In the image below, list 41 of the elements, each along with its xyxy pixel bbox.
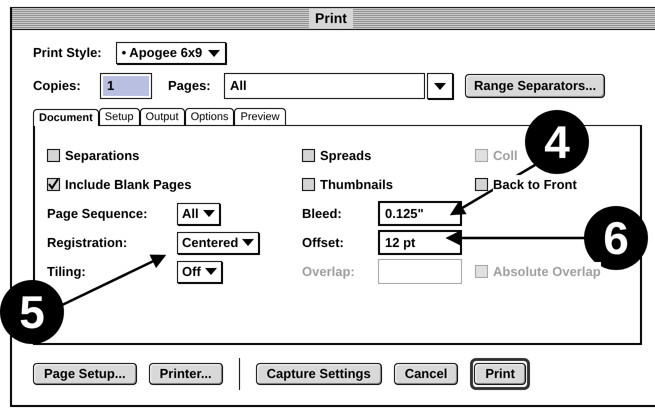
popup-menu[interactable]: • Apogee 6x9	[116, 42, 226, 64]
tab[interactable]: Preview	[234, 108, 286, 125]
checkbox[interactable]	[47, 149, 60, 162]
dialog-button[interactable]: Print	[474, 362, 526, 385]
field-label: Overlap:	[302, 262, 356, 281]
dropdown-arrow-icon	[202, 210, 215, 217]
dialog-button[interactable]: Capture Settings	[256, 363, 382, 385]
dropdown-arrow-icon	[434, 82, 446, 90]
tab[interactable]: Output	[140, 108, 185, 125]
popup-menu[interactable]: Off	[177, 260, 222, 282]
tab[interactable]: Options	[184, 108, 234, 125]
input-field[interactable]: All	[224, 73, 425, 99]
tab[interactable]: Setup	[98, 108, 140, 125]
dropdown-button[interactable]	[427, 73, 453, 99]
input-field[interactable]: 0.125"	[378, 201, 462, 226]
dialog-button[interactable]: Cancel	[394, 363, 458, 385]
input-field[interactable]: 12 pt	[378, 230, 462, 255]
popup-menu[interactable]: Centered	[177, 232, 260, 254]
window-title: Print	[309, 8, 353, 29]
popup-menu[interactable]: All	[177, 202, 220, 224]
field-label: Bleed:	[302, 204, 343, 223]
checkbox[interactable]	[475, 178, 488, 191]
dropdown-arrow-icon	[204, 268, 217, 275]
range-separators-button[interactable]: Range Separators...	[465, 74, 606, 98]
field-label: Print Style:	[33, 44, 102, 62]
checkbox[interactable]	[302, 149, 315, 162]
field-label: Registration:	[47, 234, 128, 252]
field-label: Copies:	[33, 77, 82, 96]
dropdown-arrow-icon	[242, 239, 254, 246]
checkbox[interactable]	[302, 178, 315, 191]
dialog-button[interactable]: Printer...	[148, 363, 223, 385]
field-label: Pages:	[168, 77, 212, 96]
field-label: Tiling:	[47, 262, 87, 281]
dialog-button[interactable]: Page Setup...	[33, 363, 137, 385]
dropdown-arrow-icon	[208, 50, 220, 56]
checkbox-label: Back to Front	[493, 174, 577, 194]
tab[interactable]: Document	[33, 109, 99, 126]
checkbox[interactable]	[47, 178, 60, 191]
input-field[interactable]: 1	[100, 73, 152, 99]
field-label: Page Sequence:	[47, 204, 148, 223]
field-label: Offset:	[302, 234, 345, 252]
